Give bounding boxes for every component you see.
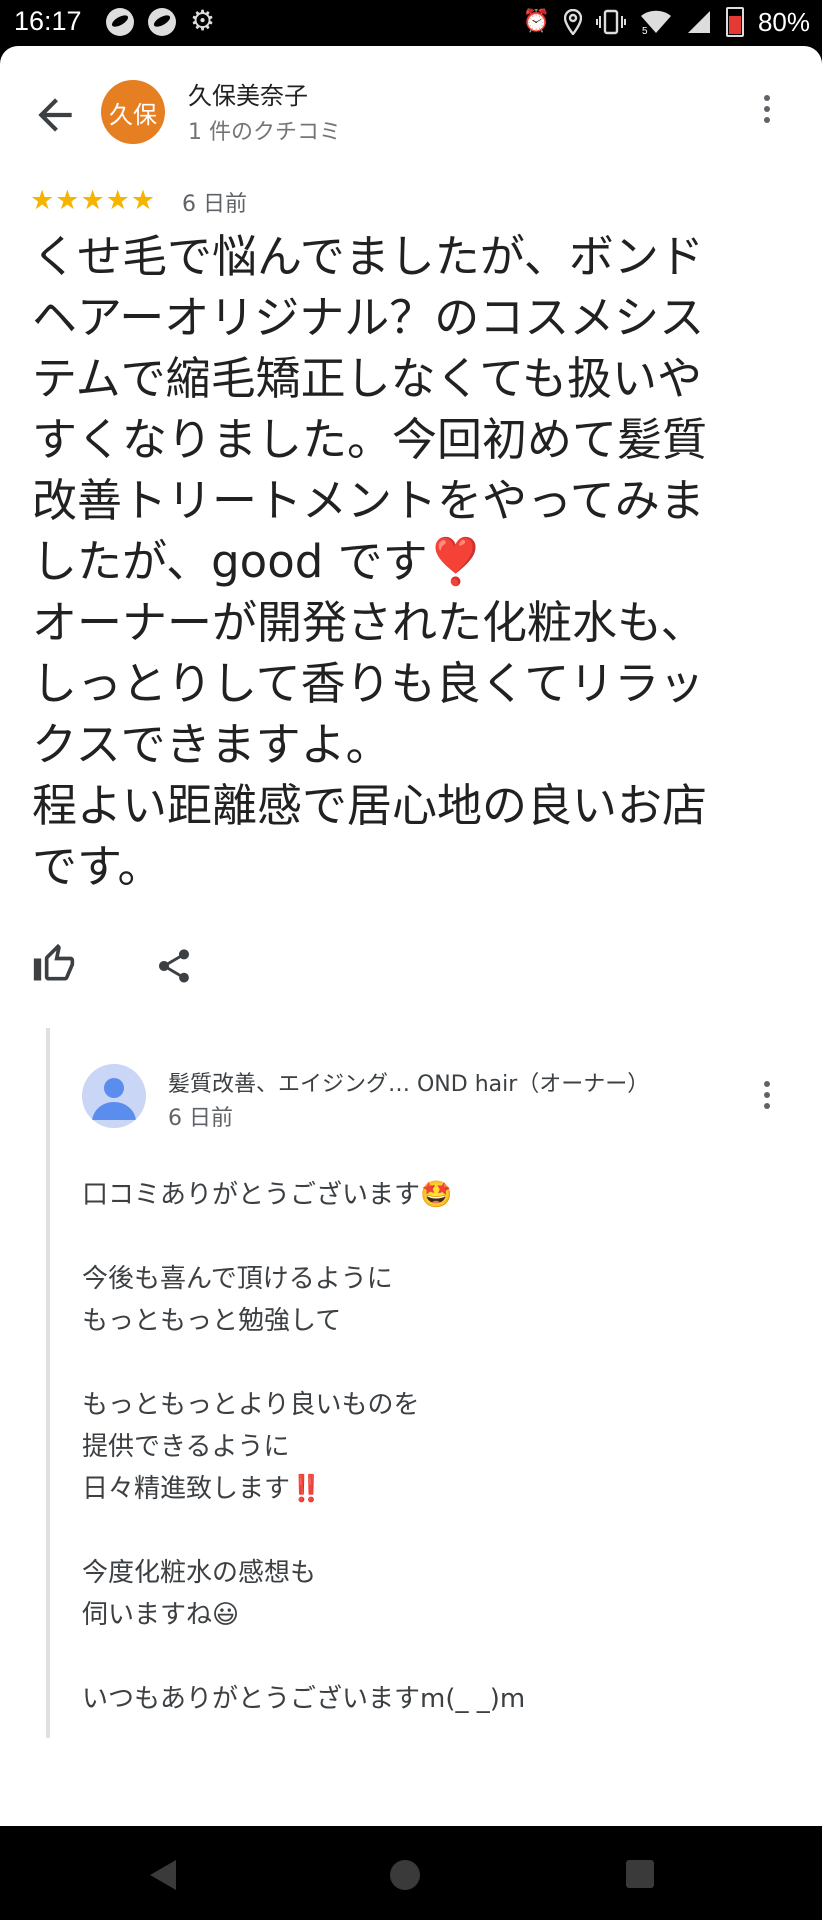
wifi-icon: 5	[640, 10, 671, 35]
status-icons: ⏰ 5 80%	[523, 6, 810, 38]
review-date: 6 日前	[182, 192, 247, 217]
star-icon: ★	[55, 185, 80, 216]
location-icon	[563, 9, 582, 35]
signal-generation-label: 5	[642, 26, 648, 35]
battery-icon	[725, 7, 744, 37]
back-button[interactable]	[30, 90, 80, 140]
nav-recents-icon[interactable]	[626, 1860, 654, 1888]
reply-more-options-button[interactable]	[752, 1076, 782, 1126]
notification-app-icon	[106, 8, 134, 36]
reviewer-avatar[interactable]: 久保	[101, 80, 165, 144]
owner-reply-date: 6 日前	[168, 1106, 233, 1131]
star-icon: ★	[105, 185, 130, 216]
more-vert-icon	[752, 1081, 782, 1109]
star-icon: ★	[30, 185, 55, 216]
navigation-bar	[0, 1826, 822, 1920]
nav-back-icon[interactable]	[150, 1860, 176, 1890]
alarm-icon: ⏰	[522, 9, 550, 34]
review-text: くせ毛で悩んでましたが、ボンド ヘアーオリジナル？のコスメシス テムで縮毛矯正し…	[32, 230, 708, 893]
status-bar: 16:17 ⚙ ⏰ 5 80%	[0, 0, 822, 46]
owner-reply-text: 口コミありがとうございます🤩 今後も喜んで頂けるように もっともっと勉強して も…	[82, 1180, 526, 1714]
gear-icon: ⚙	[190, 4, 216, 37]
review-detail-card: 久保 久保美奈子 1 件のクチコミ ★ ★ ★ ★ ★ 6 日前 くせ毛で悩んでましたが…	[0, 46, 822, 1826]
star-icon: ★	[130, 185, 156, 216]
reply-divider	[46, 1028, 50, 1738]
star-rating: ★ ★ ★ ★ ★	[30, 186, 155, 216]
reviewer-name[interactable]: 久保美奈子	[188, 76, 308, 111]
thumb-up-icon	[33, 943, 75, 981]
review-count: 1 件のクチコミ	[188, 120, 341, 145]
more-vert-icon	[752, 95, 782, 123]
signal-icon	[687, 11, 710, 33]
owner-name: 髪質改善、エイジング… OND hair（オーナー）	[168, 1072, 650, 1097]
more-options-button[interactable]	[752, 90, 782, 140]
nav-home-icon[interactable]	[390, 1860, 420, 1890]
status-time: 16:17	[14, 6, 82, 36]
notification-app-icon	[148, 8, 176, 36]
like-button[interactable]	[32, 942, 80, 990]
person-icon	[92, 1078, 136, 1120]
star-icon: ★	[80, 185, 105, 216]
owner-avatar	[82, 1064, 146, 1128]
share-icon	[159, 949, 189, 983]
vibrate-icon	[595, 9, 626, 35]
battery-percent: 80%	[757, 6, 810, 37]
share-button[interactable]	[154, 946, 194, 986]
arrow-back-icon	[38, 98, 72, 132]
